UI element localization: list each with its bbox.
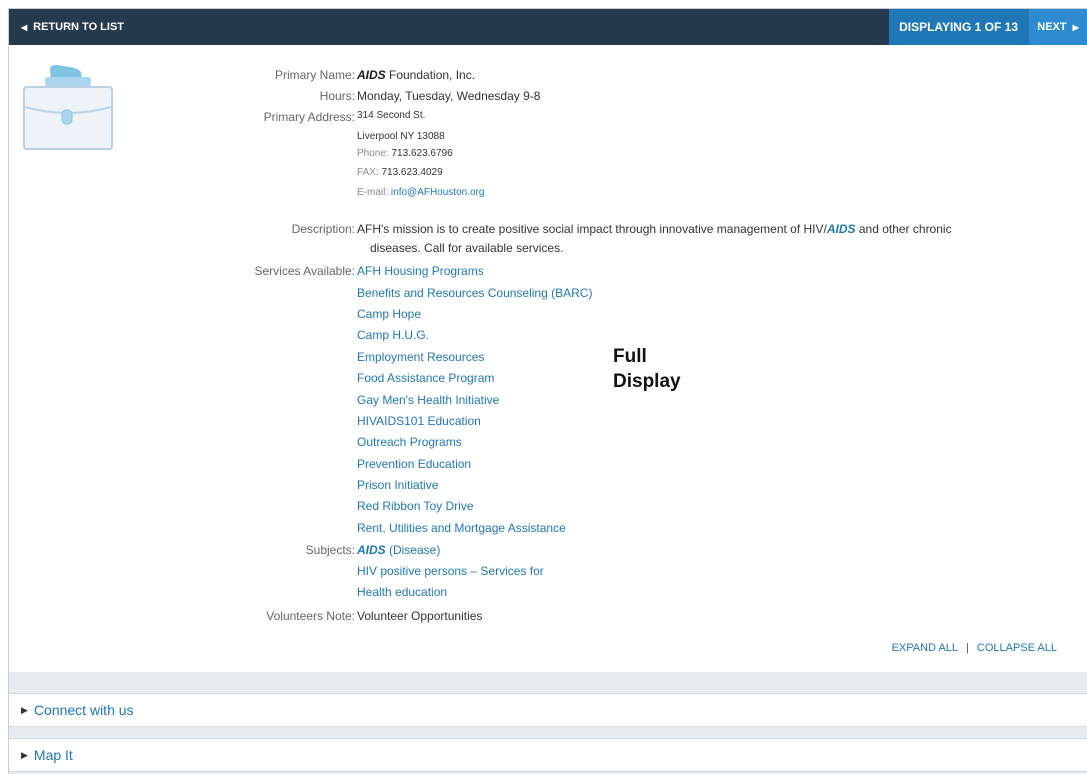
services-label: Services Available: (254, 264, 356, 278)
service-link[interactable]: HIVAIDS101 Education (357, 414, 481, 428)
subjects-label: Subjects: (305, 543, 355, 557)
service-link[interactable]: Prevention Education (357, 457, 471, 471)
panels-area: ▶ Connect with us ▶ Map It (9, 672, 1087, 774)
email-value: E-mail: info@AFHouston.org (357, 187, 484, 198)
email-link[interactable]: info@AFHouston.org (391, 187, 485, 198)
primary-name-value: AIDS Foundation, Inc. (357, 68, 475, 82)
description-part2: and other chronic (855, 222, 952, 236)
description-line2: diseases. Call for available services. (370, 241, 564, 255)
address-line1: 314 Second St. (357, 110, 426, 121)
fax-number: 713.623.4029 (381, 167, 443, 178)
service-link[interactable]: Camp H.U.G. (357, 328, 429, 342)
phone-number: 713.623.6796 (391, 148, 453, 159)
subject-emphasis: AIDS (357, 543, 386, 557)
triangle-right-icon: ▶ (21, 704, 28, 715)
subject-link[interactable]: HIV positive persons – Services for (357, 564, 544, 578)
fax-label: FAX: (357, 167, 379, 178)
hours-value: Monday, Tuesday, Wednesday 9-8 (357, 89, 541, 103)
annotation-line1: Full (613, 346, 647, 367)
return-to-list-label: RETURN TO LIST (33, 21, 125, 33)
record-nav-bar: ◀ RETURN TO LIST DISPLAYING 1 OF 13 NEXT… (9, 9, 1087, 45)
service-link[interactable]: Gay Men's Health Initiative (357, 393, 499, 407)
service-link[interactable]: Camp Hope (357, 307, 421, 321)
service-link[interactable]: Employment Resources (357, 350, 484, 364)
map-it-panel[interactable]: ▶ Map It (9, 738, 1087, 772)
service-link[interactable]: Red Ribbon Toy Drive (357, 499, 474, 513)
subject-link[interactable]: AIDS (Disease) (357, 543, 440, 557)
next-button[interactable]: NEXT ▶ (1029, 9, 1087, 45)
service-link[interactable]: Prison Initiative (357, 478, 438, 492)
separator: | (966, 642, 969, 654)
caret-left-icon: ◀ (21, 22, 28, 32)
phone-label: Phone: (357, 148, 389, 159)
service-link[interactable]: Food Assistance Program (357, 371, 494, 385)
service-link[interactable]: Rent, Utilities and Mortgage Assistance (357, 521, 566, 535)
collapse-all-link[interactable]: COLLAPSE ALL (977, 642, 1057, 654)
volunteers-value: Volunteer Opportunities (357, 609, 483, 623)
full-display-annotation: Full Display (613, 344, 681, 394)
return-to-list-link[interactable]: ◀ RETURN TO LIST (9, 21, 124, 33)
primary-name-emphasis: AIDS (357, 68, 386, 82)
map-it-label: Map It (33, 747, 73, 763)
connect-with-us-panel[interactable]: ▶ Connect with us (9, 693, 1087, 727)
description-label: Description: (291, 222, 355, 236)
caret-right-icon: ▶ (1072, 22, 1079, 32)
service-link[interactable]: Benefits and Resources Counseling (BARC) (357, 286, 592, 300)
subject-rest: (Disease) (385, 543, 441, 557)
address-line2: Liverpool NY 13088 (357, 131, 445, 142)
connect-with-us-label: Connect with us (33, 702, 134, 718)
expand-all-link[interactable]: EXPAND ALL (892, 642, 958, 654)
description-emphasis: AIDS (826, 222, 856, 236)
record-count-indicator: DISPLAYING 1 OF 13 (889, 9, 1029, 45)
email-label: E-mail: (357, 187, 389, 198)
next-label: NEXT (1037, 21, 1067, 33)
record-frame: ◀ RETURN TO LIST DISPLAYING 1 OF 13 NEXT… (8, 8, 1087, 774)
fax-value: FAX: 713.623.4029 (357, 167, 443, 178)
phone-value: Phone: 713.623.6796 (357, 148, 453, 159)
triangle-right-icon: ▶ (21, 749, 28, 760)
service-link[interactable]: AFH Housing Programs (357, 264, 484, 278)
service-link[interactable]: Outreach Programs (357, 435, 462, 449)
annotation-line2: Display (613, 371, 681, 392)
hours-label: Hours: (319, 89, 355, 103)
primary-name-label: Primary Name: (274, 68, 355, 82)
description-line1: AFH's mission is to create positive soci… (357, 220, 1047, 239)
description-value: AFH's mission is to create positive soci… (357, 220, 1047, 258)
primary-name-rest: Foundation, Inc. (385, 68, 476, 82)
address-label: Primary Address: (263, 110, 355, 124)
subject-link[interactable]: Health education (357, 585, 447, 599)
description-part1: AFH's mission is to create positive soci… (357, 222, 827, 236)
expand-collapse-controls: EXPAND ALL | COLLAPSE ALL (892, 642, 1057, 654)
volunteers-label: Volunteers Note: (266, 609, 355, 623)
